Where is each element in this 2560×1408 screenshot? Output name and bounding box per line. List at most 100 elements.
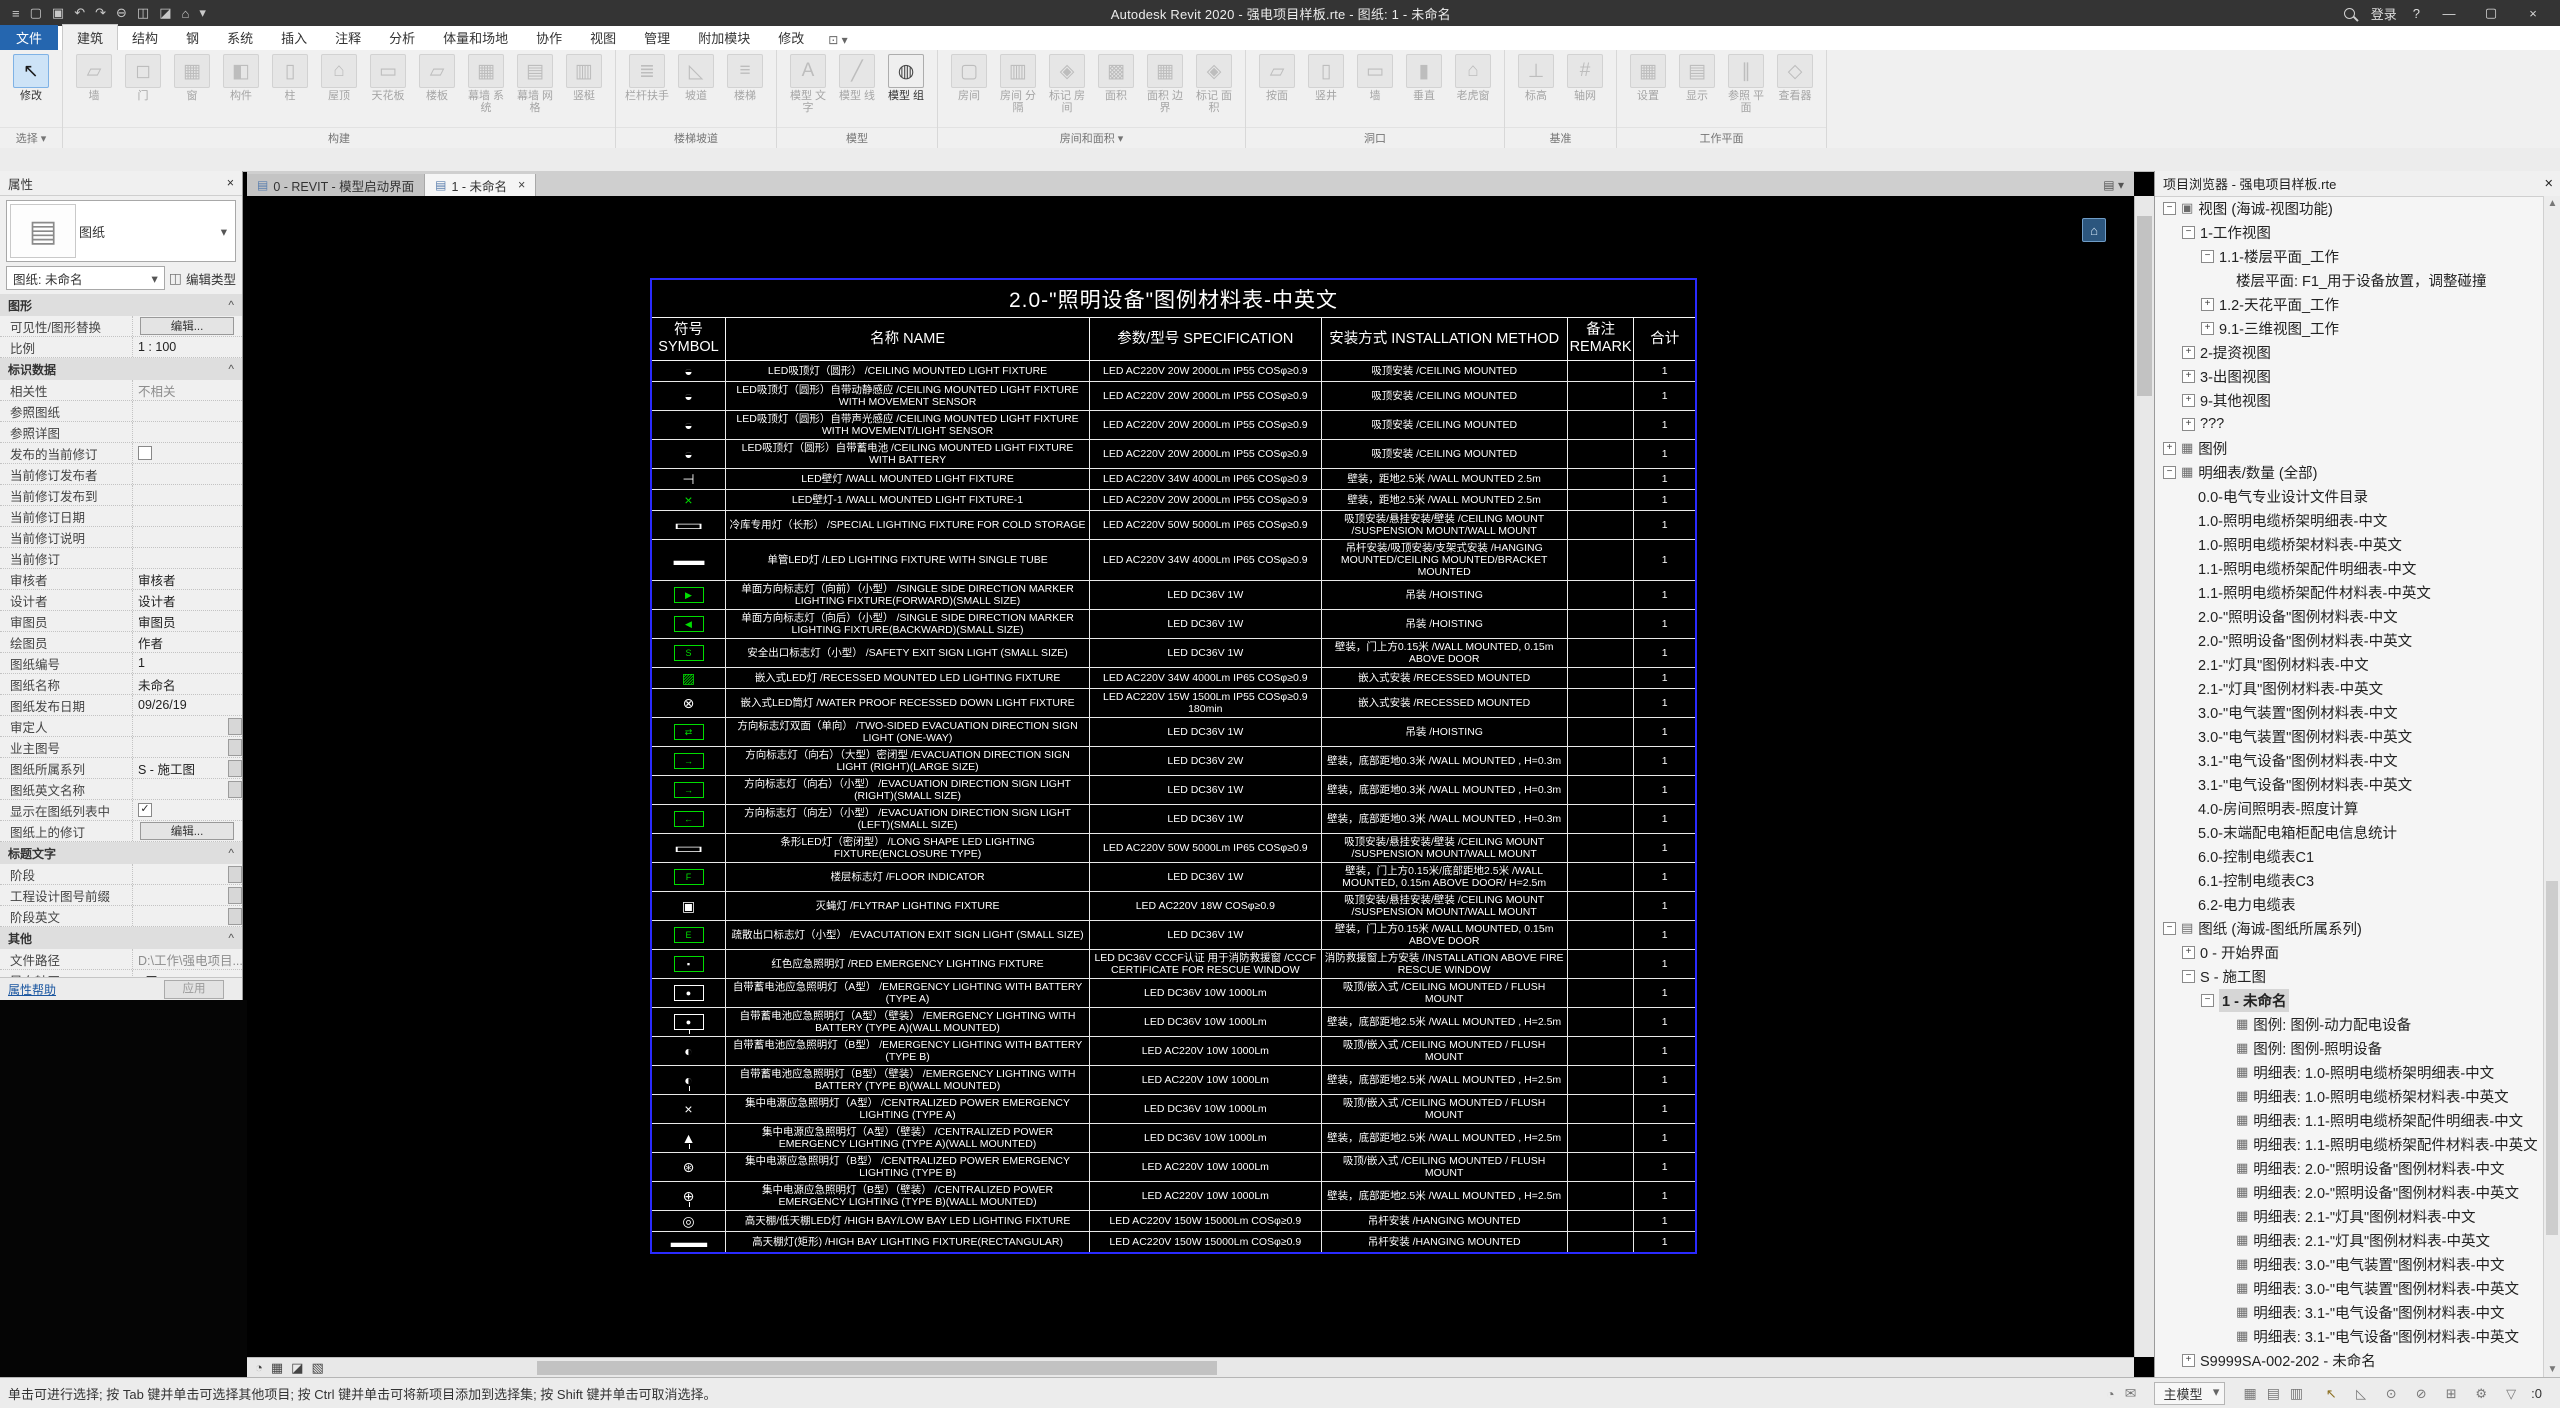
ribbon-tab-分析[interactable]: 分析 bbox=[375, 25, 429, 50]
tree-item[interactable]: + ▦ 图例 bbox=[2155, 436, 2544, 460]
tree-expander-icon[interactable]: − bbox=[2182, 969, 2195, 983]
tree-expander-icon[interactable]: + bbox=[2182, 393, 2195, 407]
tree-item[interactable]: 2.0-"照明设备"图例材料表-中文 bbox=[2155, 604, 2544, 628]
tree-item[interactable]: 6.1-控制电缆表C3 bbox=[2155, 868, 2544, 892]
property-section-header[interactable]: 标识数据 ^ bbox=[0, 358, 242, 380]
type-selector[interactable]: ▤ 图纸 ▾ bbox=[6, 200, 236, 262]
qat-dropdown-icon[interactable]: ▾ bbox=[199, 5, 206, 21]
property-value[interactable] bbox=[132, 443, 242, 463]
property-value[interactable]: 审核者 bbox=[132, 569, 242, 589]
scrollbar-thumb[interactable] bbox=[2137, 216, 2152, 396]
tree-expander-icon[interactable]: + bbox=[2182, 369, 2195, 383]
edit-type-button[interactable]: ◫ 编辑类型 bbox=[169, 269, 236, 288]
browse-button[interactable] bbox=[228, 886, 242, 904]
tree-item[interactable]: +9.1-三维视图_工作 bbox=[2155, 316, 2544, 340]
tree-expander-icon[interactable]: + bbox=[2163, 441, 2176, 455]
worksharing-display-icon[interactable]: ◔ bbox=[2106, 1386, 2114, 1402]
ribbon-tab-管理[interactable]: 管理 bbox=[630, 25, 684, 50]
tree-expander-icon[interactable]: + bbox=[2182, 1353, 2195, 1367]
tree-item[interactable]: − ▤ 图纸 (海诚-图纸所属系列) bbox=[2155, 916, 2544, 940]
tree-item[interactable]: − ▣ 视图 (海诚-视图功能) bbox=[2155, 196, 2544, 220]
close-button[interactable]: × bbox=[2520, 6, 2546, 21]
tree-expander-icon[interactable]: − bbox=[2163, 465, 2176, 479]
edit-button[interactable]: 编辑... bbox=[140, 822, 234, 840]
ribbon-tab-视图[interactable]: 视图 bbox=[576, 25, 630, 50]
tree-expander-icon[interactable]: + bbox=[2201, 297, 2214, 311]
ribbon-tab-协作[interactable]: 协作 bbox=[522, 25, 576, 50]
select-links-icon[interactable]: ↖ bbox=[2321, 1385, 2341, 1403]
tree-item[interactable]: +9-其他视图 bbox=[2155, 388, 2544, 412]
property-value[interactable]: ✓ bbox=[132, 800, 242, 820]
tree-item[interactable]: ▦ 明细表: 1.1-照明电缆桥架配件明细表-中文 bbox=[2155, 1108, 2544, 1132]
print-icon[interactable]: ⊖ bbox=[116, 5, 127, 21]
property-value[interactable]: 1 bbox=[132, 653, 242, 673]
property-section-header[interactable]: 图形 ^ bbox=[0, 294, 242, 316]
tree-expander-icon[interactable]: + bbox=[2182, 417, 2195, 431]
tree-expander-icon[interactable]: + bbox=[2182, 945, 2195, 959]
tree-item[interactable]: 1.0-照明电缆桥架材料表-中英文 bbox=[2155, 532, 2544, 556]
tree-item[interactable]: ▦ 明细表: 1.0-照明电缆桥架材料表-中英文 bbox=[2155, 1084, 2544, 1108]
tree-item[interactable]: ▦ 明细表: 1.0-照明电缆桥架明细表-中文 bbox=[2155, 1060, 2544, 1084]
tree-expander-icon[interactable]: − bbox=[2201, 249, 2214, 263]
property-value[interactable]: 未命名 bbox=[132, 674, 242, 694]
tree-item[interactable]: ▦ 明细表: 1.1-照明电缆桥架配件材料表-中英文 bbox=[2155, 1132, 2544, 1156]
design-options-dropdown[interactable]: 主模型 bbox=[2154, 1382, 2226, 1405]
default-3d-view-icon[interactable]: ⌂ bbox=[182, 6, 190, 21]
tree-item[interactable]: 3.1-"电气设备"图例材料表-中文 bbox=[2155, 748, 2544, 772]
instance-selector[interactable]: 图纸: 未命名 ▾ bbox=[6, 266, 165, 290]
browse-button[interactable] bbox=[228, 780, 242, 798]
property-value[interactable]: S - 施工图 bbox=[132, 758, 226, 778]
tree-item[interactable]: −1.1-楼层平面_工作 bbox=[2155, 244, 2544, 268]
filter-icon[interactable]: ▽ bbox=[2501, 1385, 2521, 1403]
view-scale-icon[interactable]: ◔ bbox=[255, 1360, 263, 1376]
visual-style-icon[interactable]: ◪ bbox=[291, 1360, 303, 1376]
scrollbar-thumb[interactable] bbox=[2546, 880, 2558, 1236]
tree-item[interactable]: 2.1-"灯具"图例材料表-中文 bbox=[2155, 652, 2544, 676]
active-view-icon[interactable]: ▦ bbox=[2243, 1385, 2256, 1402]
browse-button[interactable] bbox=[228, 865, 242, 883]
ribbon-tab-建筑[interactable]: 建筑 bbox=[62, 24, 119, 50]
open-icon[interactable]: ▢ bbox=[30, 5, 42, 21]
tree-item[interactable]: 6.0-控制电缆表C1 bbox=[2155, 844, 2544, 868]
tree-item[interactable]: 2.1-"灯具"图例材料表-中英文 bbox=[2155, 676, 2544, 700]
minimize-button[interactable]: — bbox=[2436, 6, 2462, 21]
property-value[interactable]: 编辑... bbox=[132, 316, 242, 336]
tree-item[interactable]: 1.1-照明电缆桥架配件材料表-中英文 bbox=[2155, 580, 2544, 604]
tree-item[interactable]: +0 - 开始界面 bbox=[2155, 940, 2544, 964]
ribbon-tab-附加模块[interactable]: 附加模块 bbox=[684, 25, 764, 50]
tree-expander-icon[interactable]: − bbox=[2163, 921, 2176, 935]
tree-item[interactable]: 5.0-末端配电箱柜配电信息统计 bbox=[2155, 820, 2544, 844]
detail-level-icon[interactable]: ▦ bbox=[271, 1360, 283, 1376]
property-value[interactable]: D:\工作\强电项目... bbox=[132, 949, 242, 969]
ribbon-button[interactable]: ◍ 模型 组 bbox=[883, 54, 929, 102]
tab-views-icon[interactable]: ▥ bbox=[2290, 1385, 2303, 1402]
ribbon-display-toggle-icon[interactable]: ⊡ ▾ bbox=[828, 33, 847, 50]
browse-button[interactable] bbox=[228, 759, 242, 777]
property-value[interactable]: 作者 bbox=[132, 632, 242, 652]
tree-item[interactable]: ▦ 明细表: 3.0-"电气装置"图例材料表-中英文 bbox=[2155, 1276, 2544, 1300]
tree-item[interactable]: 3.0-"电气装置"图例材料表-中英文 bbox=[2155, 724, 2544, 748]
tree-item[interactable]: 4.0-房间照明表-照度计算 bbox=[2155, 796, 2544, 820]
tree-item[interactable]: −1-工作视图 bbox=[2155, 220, 2544, 244]
tree-item[interactable]: +2-提资视图 bbox=[2155, 340, 2544, 364]
crop-view-icon[interactable]: ▧ bbox=[311, 1360, 323, 1376]
tree-item[interactable]: +??? bbox=[2155, 412, 2544, 436]
tree-item[interactable]: − S - 施工图 bbox=[2155, 964, 2544, 988]
tree-item[interactable]: 1.0-照明电缆桥架明细表-中文 bbox=[2155, 508, 2544, 532]
tree-item[interactable]: ▦ 图例: 图例-照明设备 bbox=[2155, 1036, 2544, 1060]
property-value[interactable]: 审图员 bbox=[132, 611, 242, 631]
view-tab-controls[interactable]: ▤ ▾ bbox=[2103, 178, 2134, 196]
tree-item[interactable]: ▦ 明细表: 2.1-"灯具"图例材料表-中英文 bbox=[2155, 1228, 2544, 1252]
ribbon-tab-插入[interactable]: 插入 bbox=[267, 25, 321, 50]
tree-item[interactable]: 3.1-"电气设备"图例材料表-中英文 bbox=[2155, 772, 2544, 796]
select-underlay-elements-icon[interactable]: ◺ bbox=[2351, 1385, 2371, 1403]
scroll-up-icon[interactable]: ▲ bbox=[2544, 198, 2560, 209]
tree-item[interactable]: 0.0-电气专业设计文件目录 bbox=[2155, 484, 2544, 508]
tree-expander-icon[interactable]: − bbox=[2163, 201, 2176, 215]
select-pinned-elements-icon[interactable]: ⊙ bbox=[2381, 1385, 2401, 1403]
browser-scrollbar[interactable]: ▲ ▼ bbox=[2543, 196, 2560, 1377]
edit-button[interactable]: 编辑... bbox=[140, 317, 234, 335]
property-value[interactable]: 设计者 bbox=[132, 590, 242, 610]
drag-elements-on-selection-icon[interactable]: ⊞ bbox=[2441, 1385, 2461, 1403]
ribbon-tab-钢[interactable]: 钢 bbox=[172, 25, 213, 50]
